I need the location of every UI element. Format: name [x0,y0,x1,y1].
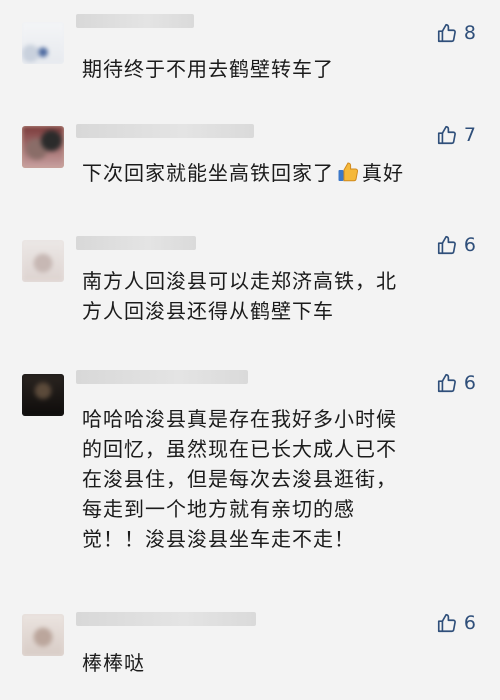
comment-text-line: 南方人回浚县可以走郑济高铁，北 [82,269,397,293]
like-count: 7 [463,124,476,146]
like-count: 6 [463,234,476,256]
thumbs-up-outline-icon [437,613,456,633]
like-count: 6 [463,612,476,634]
username-blurred [76,370,248,384]
comment-text-line: 觉！！浚县浚县坐车走不走！ [82,527,355,551]
comment-text-line: 每走到一个地方就有亲切的感 [82,497,355,521]
like-count: 8 [463,22,476,44]
like-button[interactable]: 7 [436,124,476,146]
like-button[interactable]: 6 [436,612,476,634]
like-button[interactable]: 6 [436,234,476,256]
like-count: 6 [463,372,476,394]
thumbs-up-emoji-icon [338,162,359,182]
comment-text: 棒棒哒 [82,651,145,675]
thumbs-up-outline-icon [437,373,456,393]
thumbs-up-outline-icon [437,23,456,43]
avatar[interactable] [22,126,64,168]
comment-text-line: 哈哈哈浚县真是存在我好多小时候 [82,407,397,431]
thumbs-up-outline-icon [437,235,456,255]
comment-text-line: 方人回浚县还得从鹤壁下车 [82,299,334,323]
username-blurred [76,14,194,28]
avatar[interactable] [22,374,64,416]
comment-text-part: 真好 [362,161,404,185]
comment-text: 下次回家就能坐高铁回家了 真好 [82,158,492,188]
comment-text-line: 的回忆，虽然现在已长大成人已不 [82,437,397,461]
avatar[interactable] [22,240,64,282]
avatar[interactable] [22,614,64,656]
like-button[interactable]: 6 [436,372,476,394]
like-button[interactable]: 8 [436,22,476,44]
username-blurred [76,612,256,626]
thumbs-up-outline-icon [437,125,456,145]
username-blurred [76,236,196,250]
comment-text: 南方人回浚县可以走郑济高铁，北 方人回浚县还得从鹤壁下车 [82,266,482,326]
comment-text-line: 在浚县住，但是每次去浚县逛街， [82,467,397,491]
avatar[interactable] [22,22,64,64]
comment-text: 期待终于不用去鹤壁转车了 [82,57,334,81]
username-blurred [76,124,254,138]
comment-text-part: 下次回家就能坐高铁回家了 [82,161,334,185]
comment-text: 哈哈哈浚县真是存在我好多小时候 的回忆，虽然现在已长大成人已不 在浚县住，但是每… [82,404,482,554]
